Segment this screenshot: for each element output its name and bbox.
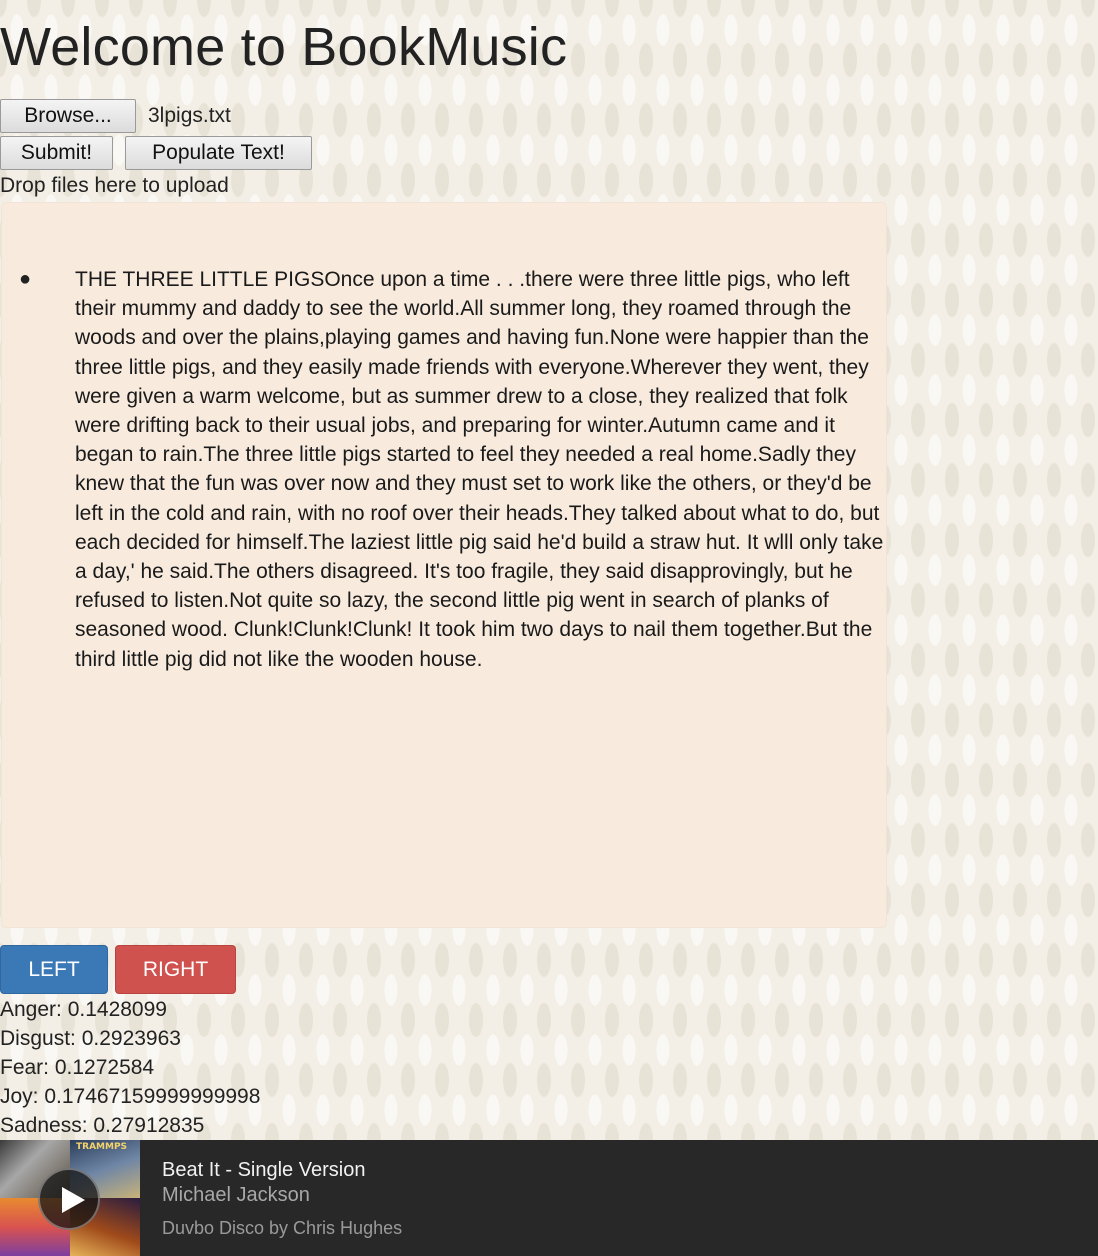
list-item: ● THE THREE LITTLE PIGSOnce upon a time … xyxy=(2,265,886,674)
drop-zone-hint[interactable]: Drop files here to upload xyxy=(0,174,229,198)
right-button[interactable]: RIGHT xyxy=(115,945,236,994)
track-title[interactable]: Beat It - Single Version xyxy=(162,1159,365,1182)
upload-row: Browse... 3lpigs.txt xyxy=(0,99,231,133)
populate-text-button[interactable]: Populate Text! xyxy=(125,136,312,170)
emotion-fear: Fear: 0.1272584 xyxy=(0,1056,155,1079)
action-row: Submit! Populate Text! xyxy=(0,136,312,170)
emotion-scores: Anger: 0.1428099 Disgust: 0.2923963 Fear… xyxy=(0,995,260,1140)
music-player: TRAMMPS Beat It - Single Version Michael… xyxy=(0,1140,1098,1256)
album-art: TRAMMPS xyxy=(0,1140,140,1256)
browse-button[interactable]: Browse... xyxy=(0,99,136,133)
selected-file-name: 3lpigs.txt xyxy=(148,104,231,127)
page-title: Welcome to BookMusic xyxy=(0,17,568,77)
page-nav: LEFT RIGHT xyxy=(0,945,236,994)
story-text: THE THREE LITTLE PIGSOnce upon a time . … xyxy=(75,268,884,671)
album-art-label: TRAMMPS xyxy=(76,1142,128,1152)
emotion-sadness: Sadness: 0.27912835 xyxy=(0,1114,205,1137)
play-icon xyxy=(62,1187,85,1213)
left-button[interactable]: LEFT xyxy=(0,945,108,994)
story-list: ● THE THREE LITTLE PIGSOnce upon a time … xyxy=(2,265,886,674)
emotion-anger: Anger: 0.1428099 xyxy=(0,998,167,1021)
play-button[interactable] xyxy=(38,1168,100,1230)
emotion-joy: Joy: 0.17467159999999998 xyxy=(0,1085,261,1108)
emotion-disgust: Disgust: 0.2923963 xyxy=(0,1027,181,1050)
submit-button[interactable]: Submit! xyxy=(0,136,113,170)
story-text-panel: ● THE THREE LITTLE PIGSOnce upon a time … xyxy=(2,203,886,927)
bullet-icon: ● xyxy=(19,268,32,290)
playlist-name[interactable]: Duvbo Disco by Chris Hughes xyxy=(162,1218,402,1239)
track-artist[interactable]: Michael Jackson xyxy=(162,1184,310,1207)
